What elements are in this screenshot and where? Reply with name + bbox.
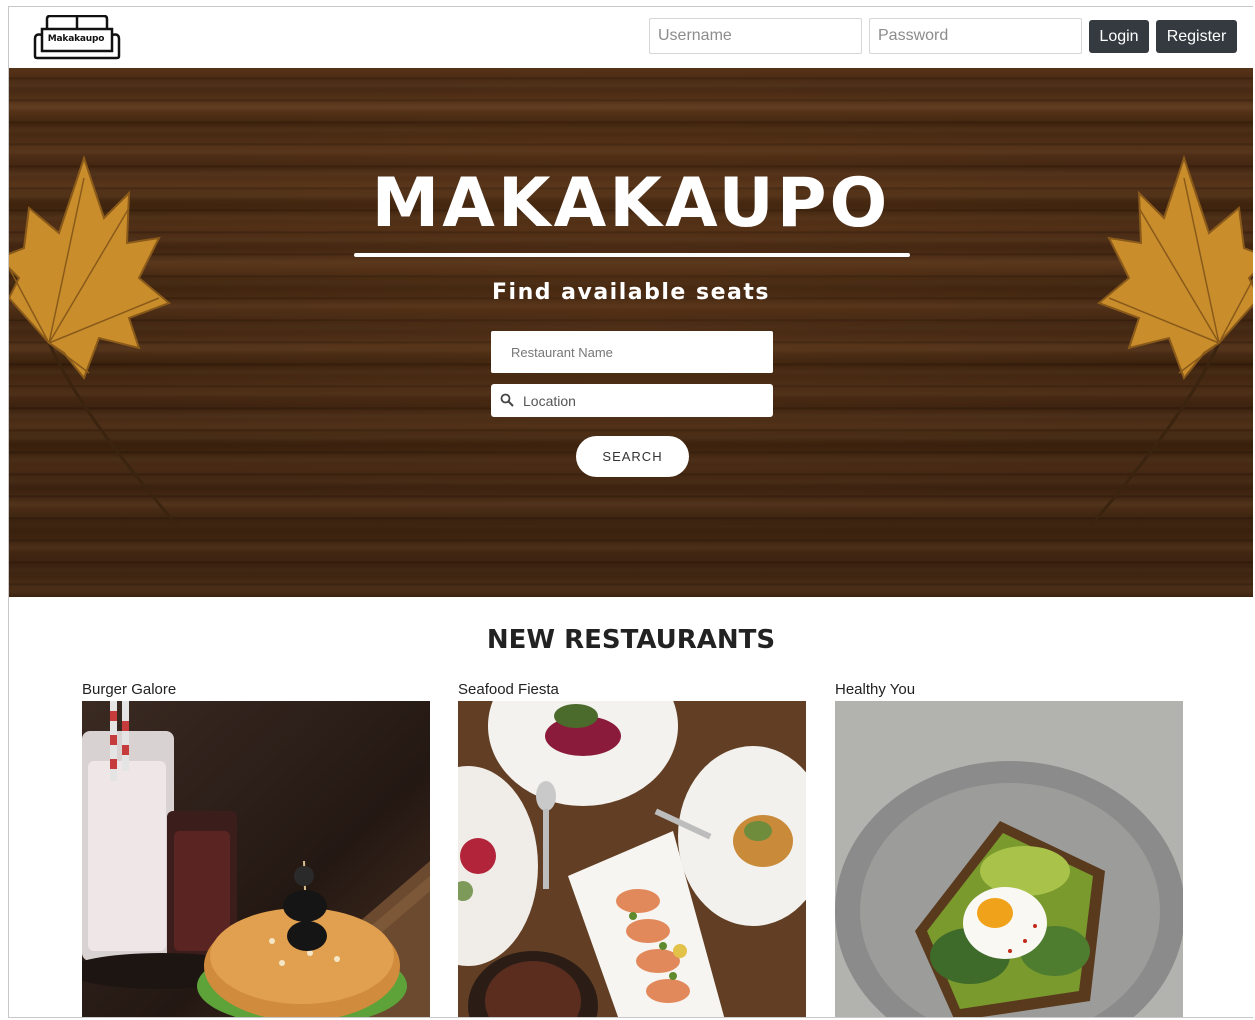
register-button[interactable]: Register xyxy=(1156,20,1237,53)
hero-divider xyxy=(354,253,910,257)
restaurant-name: Burger Galore xyxy=(82,681,177,698)
restaurant-name: Seafood Fiesta xyxy=(458,681,559,698)
search-button[interactable]: SEARCH xyxy=(576,436,689,477)
login-button[interactable]: Login xyxy=(1089,20,1149,53)
restaurant-card[interactable]: Burger Galore xyxy=(82,679,430,1017)
restaurant-image[interactable] xyxy=(458,701,806,1017)
burger-photo xyxy=(82,701,430,1017)
seafood-photo xyxy=(458,701,806,1017)
search-icon xyxy=(500,393,514,407)
section-title: NEW RESTAURANTS xyxy=(486,625,776,655)
page: Makakaupo Login Register MAKAKAUPO Find … xyxy=(8,6,1253,1018)
password-input[interactable] xyxy=(869,18,1082,54)
hero-subtitle: Find available seats xyxy=(492,280,770,305)
logo-text: Makakaupo xyxy=(47,34,105,44)
location-input[interactable] xyxy=(521,384,770,417)
navbar: Makakaupo Login Register xyxy=(9,7,1253,69)
logo[interactable]: Makakaupo xyxy=(33,14,121,60)
restaurant-card[interactable]: Seafood Fiesta xyxy=(458,679,806,1017)
avocado-toast-photo xyxy=(835,701,1183,1017)
hero-banner: MAKAKAUPO Find available seats SEARCH xyxy=(9,68,1253,597)
restaurant-name-input[interactable] xyxy=(491,331,773,373)
location-field[interactable] xyxy=(491,384,773,417)
restaurant-name: Healthy You xyxy=(835,681,916,698)
restaurant-card[interactable]: Healthy You xyxy=(835,679,1183,1017)
username-input[interactable] xyxy=(649,18,862,54)
restaurant-image[interactable] xyxy=(835,701,1183,1017)
restaurant-image[interactable] xyxy=(82,701,430,1017)
hero-title: MAKAKAUPO xyxy=(371,164,891,243)
